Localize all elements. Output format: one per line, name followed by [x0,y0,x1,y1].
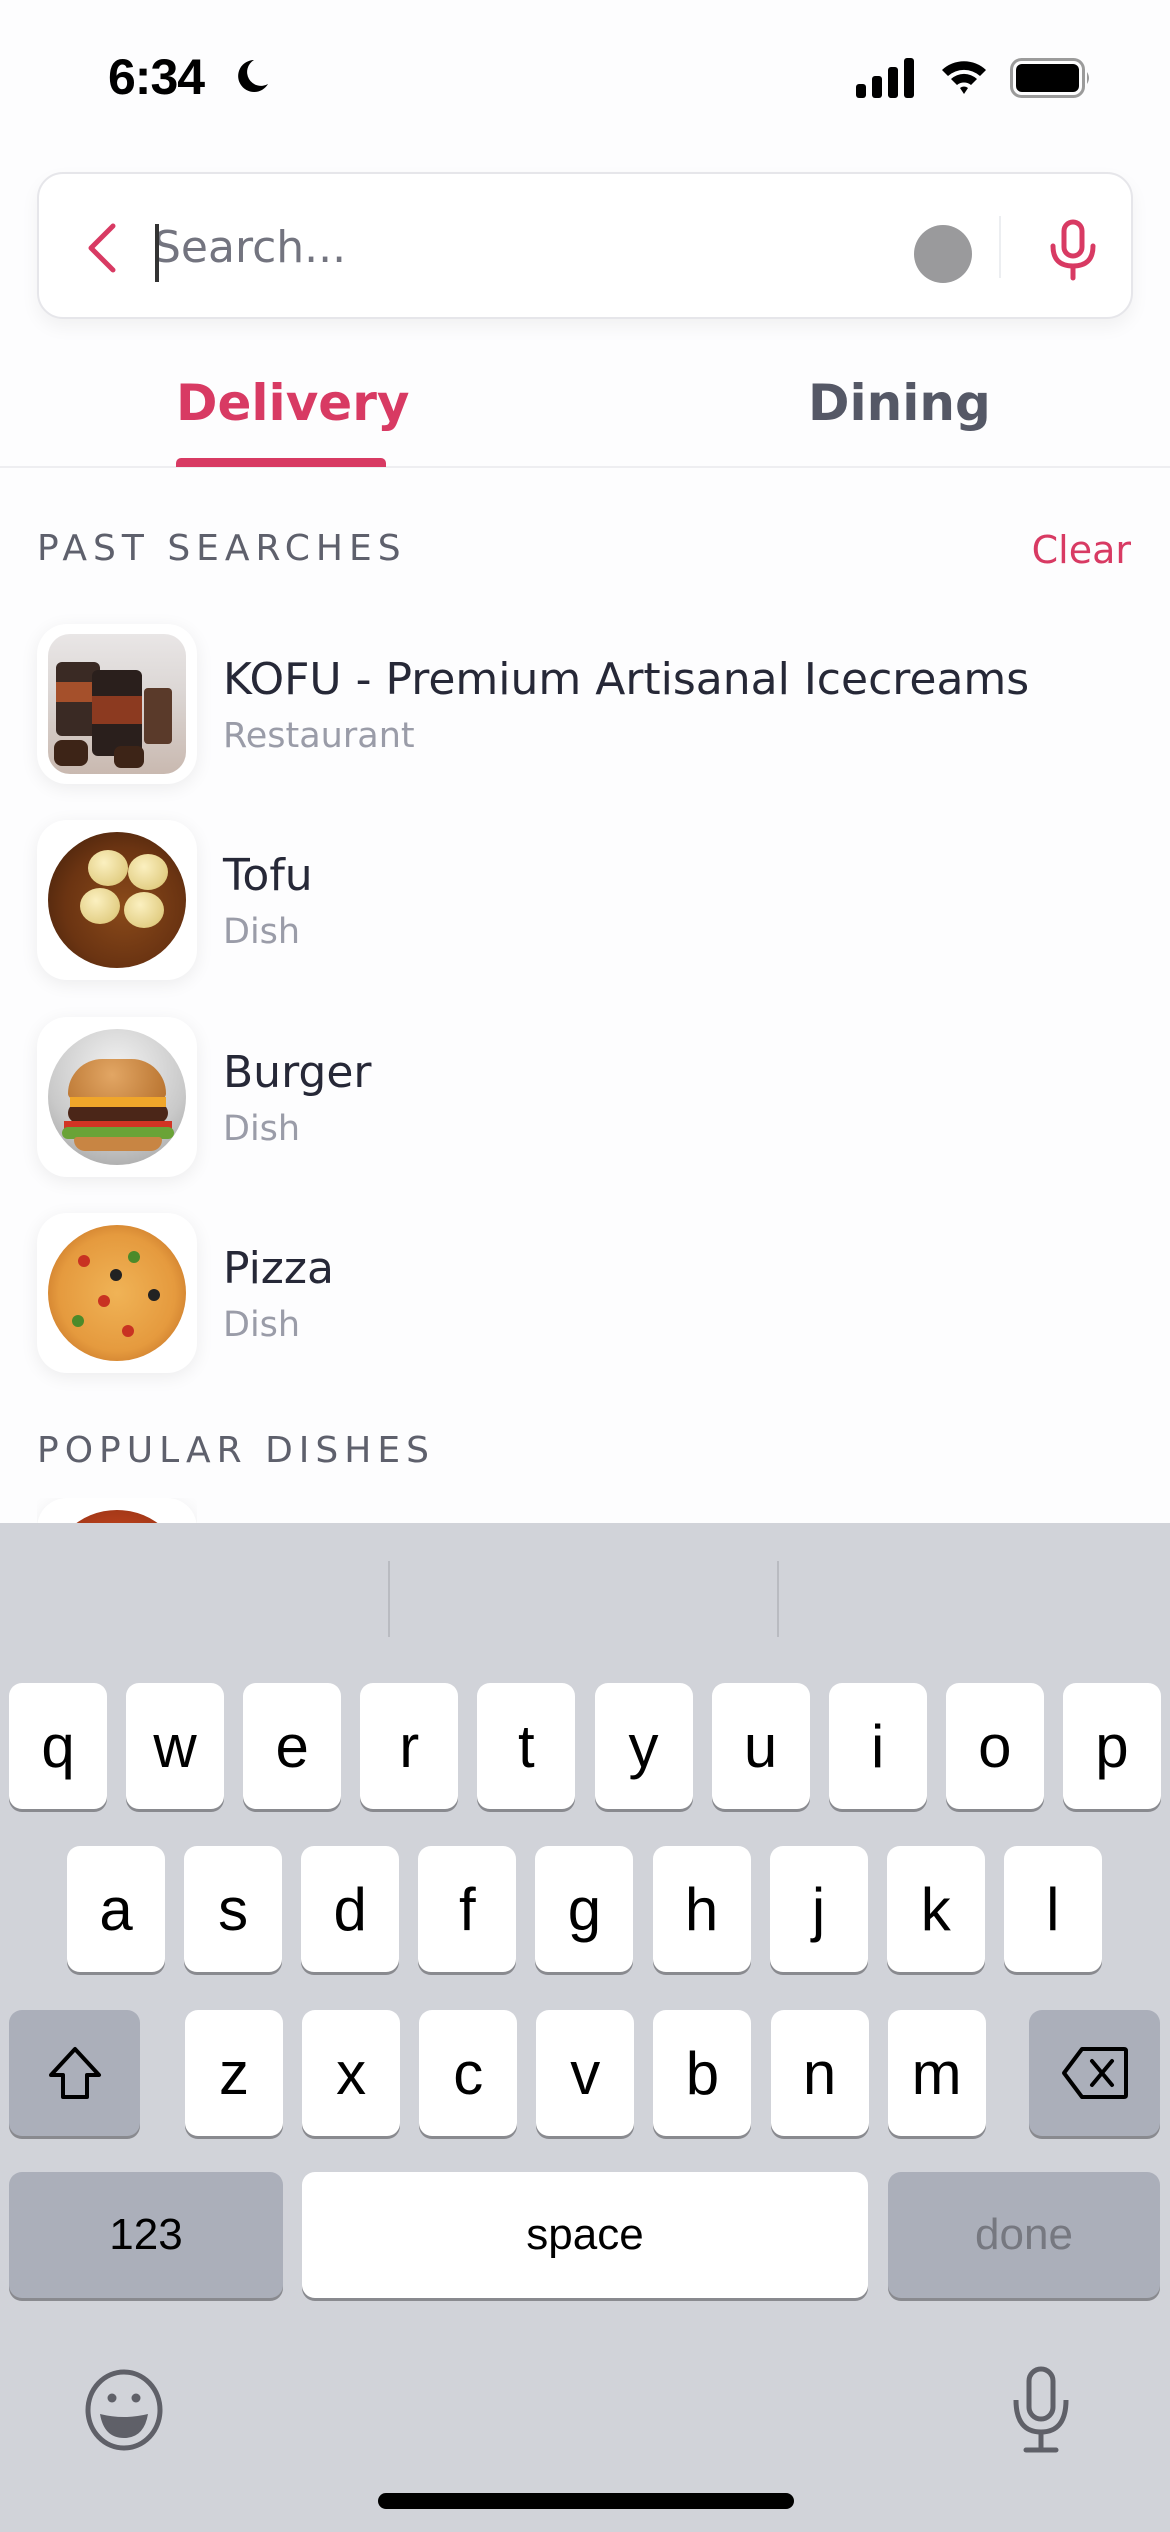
moon-icon [238,60,268,92]
key-g[interactable]: g [535,1846,634,1972]
key-z[interactable]: z [185,2010,283,2136]
item-title: KOFU - Premium Artisanal Icecreams [223,654,1030,705]
key-c[interactable]: c [419,2010,518,2136]
suggestion-divider [777,1561,779,1637]
pizza-dish-image [48,1225,186,1361]
delete-backspace-icon [1061,2047,1128,2099]
keyboard: qwertyuiop asdfghjkl zxcvbnm 123 space d… [0,1523,1170,2532]
key-n[interactable]: n [770,2010,869,2136]
microphone-icon[interactable] [1045,218,1101,282]
tofu-dish-image [48,832,186,968]
past-searches-heading: PAST SEARCHES [37,528,407,569]
burger-dish-image [48,1029,186,1165]
key-j[interactable]: j [769,1846,868,1972]
item-title: Burger [223,1047,372,1098]
key-b[interactable]: b [653,2010,752,2136]
key-h[interactable]: h [652,1846,751,1972]
item-title: Pizza [223,1243,334,1294]
text-cursor [155,224,159,282]
key-w[interactable]: w [126,1683,225,1809]
divider [999,216,1001,278]
key-a[interactable]: a [67,1846,165,1972]
key-o[interactable]: o [945,1683,1044,1809]
chevron-left-icon[interactable] [73,218,133,278]
key-y[interactable]: y [594,1683,693,1809]
shift-icon [48,2047,101,2099]
key-k[interactable]: k [886,1846,985,1972]
tab-dining[interactable]: Dining [808,374,991,432]
thumbnail-frame [37,1213,197,1373]
key-q[interactable]: q [9,1683,107,1809]
cellular-signal-icon [856,58,914,98]
kofu-restaurant-image [48,634,186,774]
key-e[interactable]: e [243,1683,342,1809]
key-t[interactable]: t [477,1683,576,1809]
clear-button[interactable]: Clear [1032,528,1131,572]
key-p[interactable]: p [1062,1683,1161,1809]
done-key[interactable]: done [888,2172,1160,2298]
status-bar: 6:34 [0,0,1170,150]
home-indicator[interactable] [378,2493,794,2509]
active-tab-indicator [176,458,386,467]
item-type: Dish [223,912,301,952]
item-type: Dish [223,1109,301,1149]
key-m[interactable]: m [887,2010,986,2136]
key-r[interactable]: r [360,1683,459,1809]
search-screen: 6:34 Search... Delivery Dining PAST SEAR… [0,0,1170,2532]
battery-icon [1010,58,1089,98]
key-x[interactable]: x [302,2010,401,2136]
past-search-item[interactable]: Burger Dish [37,1017,1137,1177]
past-search-item[interactable]: KOFU - Premium Artisanal Icecreams Resta… [37,624,1137,784]
thumbnail-frame [37,820,197,980]
wifi-icon [942,61,986,94]
tab-delivery[interactable]: Delivery [176,374,409,432]
numbers-key[interactable]: 123 [9,2172,283,2298]
space-key[interactable]: space [302,2172,868,2298]
emoji-icon[interactable] [84,2368,164,2452]
loading-indicator [914,225,972,283]
thumbnail-frame [37,1017,197,1177]
item-type: Dish [223,1305,301,1345]
key-i[interactable]: i [828,1683,927,1809]
delete-key[interactable] [1029,2010,1160,2136]
shift-key[interactable] [9,2010,140,2136]
search-input[interactable] [153,204,913,290]
past-search-item[interactable]: Pizza Dish [37,1213,1137,1373]
past-search-item[interactable]: Tofu Dish [37,820,1137,980]
key-u[interactable]: u [711,1683,810,1809]
search-bar [37,172,1133,319]
key-f[interactable]: f [418,1846,517,1972]
status-time: 6:34 [108,49,205,105]
tab-bar: Delivery Dining [0,360,1170,468]
item-title: Tofu [223,850,313,901]
key-s[interactable]: s [184,1846,283,1972]
suggestion-divider [388,1561,390,1637]
item-type: Restaurant [223,716,415,756]
key-l[interactable]: l [1003,1846,1102,1972]
dictation-microphone-icon[interactable] [1006,2366,1076,2456]
key-d[interactable]: d [301,1846,400,1972]
key-v[interactable]: v [536,2010,635,2136]
popular-dishes-heading: POPULAR DISHES [37,1430,435,1471]
thumbnail-frame [37,624,197,784]
